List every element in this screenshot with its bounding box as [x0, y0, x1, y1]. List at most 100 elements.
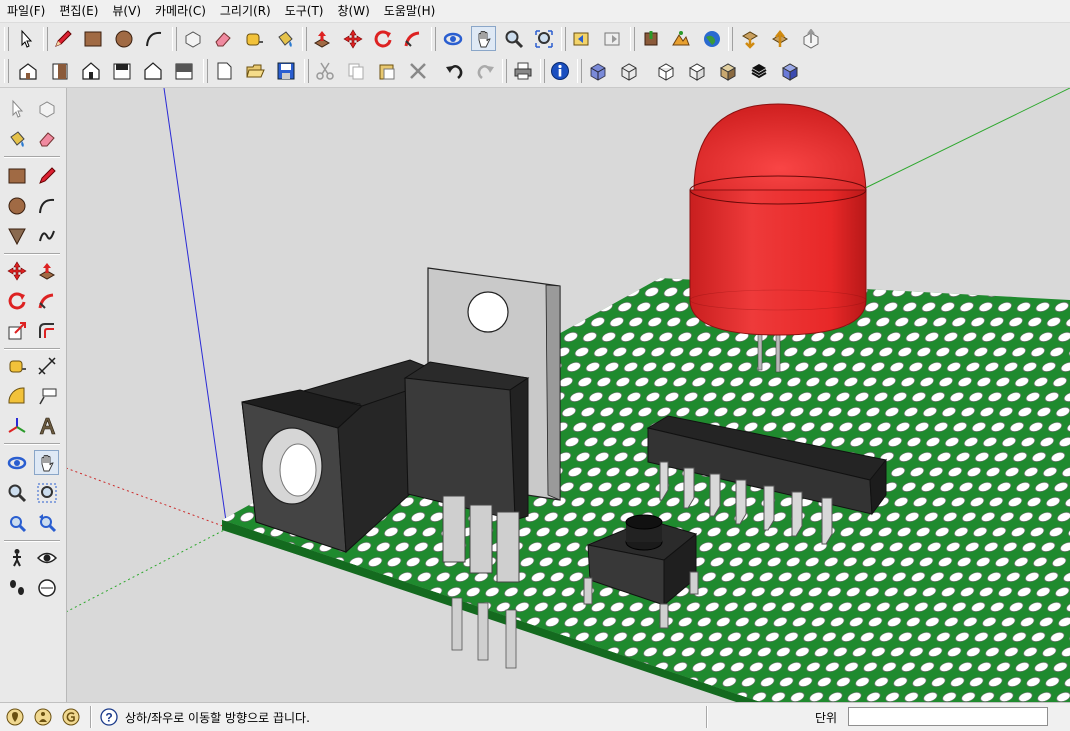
measurements-input[interactable] [848, 707, 1048, 726]
push-pull-button[interactable] [34, 258, 59, 283]
model-viewport[interactable] [67, 88, 1070, 702]
toolbar-grip[interactable] [4, 27, 9, 51]
arc-tool-button[interactable] [141, 26, 166, 51]
menu-tools[interactable]: 도구(T) [278, 1, 331, 21]
orbit-tool-button[interactable] [4, 450, 29, 475]
arc-tool-button[interactable] [34, 193, 59, 218]
paint-bucket-button[interactable] [272, 26, 297, 51]
zoom-tool-button[interactable] [501, 26, 526, 51]
share-component-button[interactable] [798, 26, 823, 51]
make-component-button[interactable] [180, 26, 205, 51]
menu-view[interactable]: 뷰(V) [105, 1, 148, 21]
walk-tool-button[interactable] [4, 545, 29, 570]
rectangle-tool-button[interactable] [80, 26, 105, 51]
get-models-button[interactable] [737, 26, 762, 51]
protractor-tool-button[interactable] [4, 383, 29, 408]
next-view-button[interactable] [600, 26, 625, 51]
open-button[interactable] [242, 58, 267, 83]
menu-help[interactable]: 도움말(H) [377, 1, 443, 21]
zoom-extents-button[interactable] [4, 510, 29, 535]
redo-button[interactable] [472, 58, 497, 83]
axes-tool-button[interactable] [4, 413, 29, 438]
text-tool-button[interactable] [34, 383, 59, 408]
shaded-button[interactable] [684, 58, 709, 83]
zoom-extents-button[interactable] [531, 26, 556, 51]
left-view-button[interactable] [171, 58, 196, 83]
circle-tool-button[interactable] [4, 193, 29, 218]
rotate-tool-button[interactable] [370, 26, 395, 51]
select-tool-button[interactable] [13, 26, 38, 51]
toolbar-grip[interactable] [304, 59, 309, 83]
follow-me-button[interactable] [400, 26, 425, 51]
eraser-tool-button[interactable] [34, 126, 59, 151]
tape-measure-button[interactable] [4, 353, 29, 378]
xray-button[interactable] [585, 58, 610, 83]
menu-file[interactable]: 파일(F) [0, 1, 52, 21]
front-view-button[interactable] [78, 58, 103, 83]
toolbar-grip[interactable] [502, 59, 507, 83]
freehand-tool-button[interactable] [34, 223, 59, 248]
undo-button[interactable] [442, 58, 467, 83]
help-icon[interactable]: ? [100, 708, 118, 726]
move-tool-button[interactable] [4, 258, 29, 283]
rotate-tool-button[interactable] [4, 288, 29, 313]
eraser-tool-button[interactable] [210, 26, 235, 51]
toggle-terrain-button[interactable] [668, 26, 693, 51]
hidden-line-button[interactable] [653, 58, 678, 83]
menu-camera[interactable]: 카메라(C) [148, 1, 213, 21]
footprints-button[interactable] [4, 575, 29, 600]
scale-tool-button[interactable] [4, 318, 29, 343]
zoom-window-button[interactable] [34, 480, 59, 505]
previous-button[interactable] [34, 510, 59, 535]
toolbar-grip[interactable] [561, 27, 566, 51]
follow-me-button[interactable] [34, 288, 59, 313]
paste-button[interactable] [374, 58, 399, 83]
delete-button[interactable] [405, 58, 430, 83]
move-tool-button[interactable] [340, 26, 365, 51]
previous-view-button[interactable] [569, 26, 594, 51]
shaded-textures-button[interactable] [715, 58, 740, 83]
tape-measure-button[interactable] [241, 26, 266, 51]
paint-bucket-button[interactable] [4, 126, 29, 151]
toolbar-grip[interactable] [4, 59, 9, 83]
right-view-button[interactable] [109, 58, 134, 83]
model-scene[interactable] [67, 88, 1070, 702]
toolbar-grip[interactable] [302, 27, 307, 51]
add-location-button[interactable] [638, 26, 663, 51]
rectangle-tool-button[interactable] [4, 163, 29, 188]
look-around-button[interactable] [34, 545, 59, 570]
google-earth-button[interactable] [699, 26, 724, 51]
iso-view-button[interactable] [15, 58, 40, 83]
credits-icon[interactable] [34, 708, 52, 726]
polygon-tool-button[interactable] [4, 223, 29, 248]
toolbar-grip[interactable] [540, 59, 545, 83]
geo-location-icon[interactable] [6, 708, 24, 726]
circle-tool-button[interactable] [111, 26, 136, 51]
zoom-tool-button[interactable] [4, 480, 29, 505]
sketchup-logo-icon[interactable] [62, 708, 80, 726]
color-by-axis-button[interactable] [777, 58, 802, 83]
back-view-button[interactable] [140, 58, 165, 83]
wireframe-button[interactable] [616, 58, 641, 83]
pan-tool-button[interactable] [471, 26, 496, 51]
toolbar-grip[interactable] [577, 59, 582, 83]
cut-button[interactable] [312, 58, 337, 83]
toolbar-grip[interactable] [431, 27, 436, 51]
push-pull-button[interactable] [309, 26, 334, 51]
toolbar-grip[interactable] [728, 27, 733, 51]
pencil-tool-button[interactable] [50, 26, 75, 51]
copy-button[interactable] [343, 58, 368, 83]
model-info-button[interactable] [547, 58, 572, 83]
offset-tool-button[interactable] [34, 318, 59, 343]
select-tool-button[interactable] [4, 96, 29, 121]
share-model-button[interactable] [767, 26, 792, 51]
top-view-button[interactable] [47, 58, 72, 83]
line-tool-button[interactable] [34, 163, 59, 188]
menu-draw[interactable]: 그리기(R) [213, 1, 278, 21]
new-button[interactable] [211, 58, 236, 83]
make-component-button[interactable] [34, 96, 59, 121]
orbit-tool-button[interactable] [440, 26, 465, 51]
3d-text-tool-button[interactable] [34, 413, 59, 438]
monochrome-button[interactable] [746, 58, 771, 83]
pan-tool-button[interactable] [34, 450, 59, 475]
